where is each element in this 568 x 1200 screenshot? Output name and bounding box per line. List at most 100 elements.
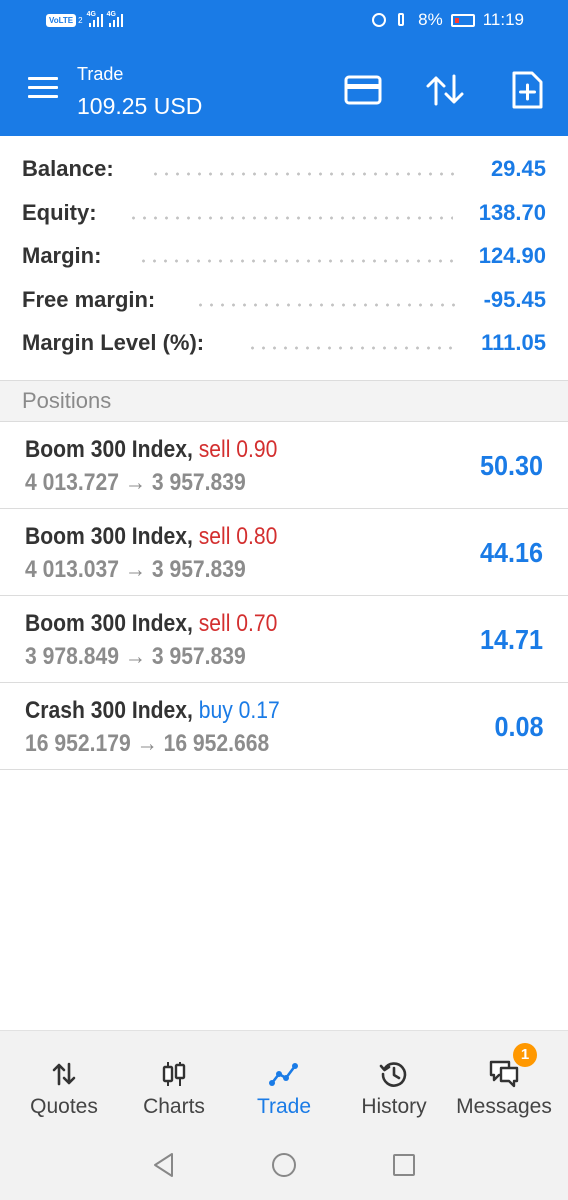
position-row[interactable]: Boom 300 Index, sell 0.80 4 013.037 → 3 … [0,509,568,596]
position-side: buy [198,697,233,724]
nav-label: Trade [256,1095,312,1118]
summary-row-balance: Balance: 29.45 [0,148,568,192]
position-side: sell [198,523,231,550]
account-summary: Balance: 29.45 Equity: 138.70 Margin: 12… [0,148,568,366]
position-volume: 0.70 [236,610,278,637]
vibrate-icon [394,12,410,28]
summary-label: Balance: [22,156,114,181]
history-icon [379,1062,407,1087]
alarm-icon [372,13,387,27]
current-price: 3 957.839 [151,643,246,670]
position-row[interactable]: Crash 300 Index, buy 0.17 16 952.179 → 1… [0,683,568,770]
summary-row-margin-level: Margin Level (%): 111.05 [0,322,568,366]
current-price: 3 957.839 [151,469,246,496]
position-volume: 0.90 [236,436,278,463]
arrow-icon: → [124,643,146,670]
position-prices: 4 013.727 → 3 957.839 [25,469,246,497]
position-prices: 16 952.179 → 16 952.668 [25,730,269,758]
position-row[interactable]: Boom 300 Index, sell 0.90 4 013.727 → 3 … [0,422,568,509]
summary-row-equity: Equity: 138.70 [0,192,568,236]
account-balance-header: 109.25 USD [77,93,203,119]
positions-list: Boom 300 Index, sell 0.90 4 013.727 → 3 … [0,422,568,770]
home-icon[interactable] [269,1150,299,1180]
dotted-leader [247,346,454,350]
arrow-icon: → [124,469,146,496]
dotted-leader [195,302,460,307]
signal-icon: 4G [87,11,103,27]
signal-icon-2: 4G [106,11,123,27]
position-side: sell [198,436,231,463]
open-price: 4 013.037 [25,556,119,583]
positions-title: Positions [22,388,112,413]
card-icon[interactable] [339,66,387,114]
nav-messages[interactable]: 1 Messages [448,1031,560,1131]
summary-label: Margin: [22,243,102,268]
position-title: Boom 300 Index, sell 0.70 [25,610,277,638]
position-symbol: Boom 300 Index, [25,610,193,637]
position-row[interactable]: Boom 300 Index, sell 0.70 3 978.849 → 3 … [0,596,568,683]
summary-value: -95.45 [483,286,546,312]
summary-value: 29.45 [490,156,546,181]
open-price: 16 952.179 [25,730,131,757]
position-volume: 0.80 [236,523,278,550]
menu-icon[interactable] [28,77,58,101]
nav-label: History [361,1095,427,1118]
current-price: 16 952.668 [163,730,270,757]
position-prices: 4 013.037 → 3 957.839 [25,556,246,584]
sim-slot-label: 2 [78,16,83,25]
status-bar: VoLTE 2 4G 4G 8% 11:19 [0,0,568,44]
position-side: sell [198,610,231,637]
network-type-label-2: 4G [106,11,116,18]
dotted-leader [128,215,453,220]
nav-history[interactable]: History [340,1031,448,1131]
back-icon[interactable] [150,1150,178,1180]
recents-icon[interactable] [390,1150,418,1180]
summary-row-free-margin: Free margin: -95.45 [0,279,568,323]
arrow-icon: → [136,730,158,757]
battery-icon [450,13,475,27]
position-prices: 3 978.849 → 3 957.839 [25,643,246,671]
positions-section-header: Positions [0,380,568,422]
nav-label: Messages [456,1095,552,1118]
app-bar: Trade 109.25 USD [0,44,568,136]
dotted-leader [150,172,460,176]
messages-icon [489,1060,519,1088]
trade-icon [269,1063,298,1086]
battery-percent: 8% [418,10,443,29]
sort-icon[interactable] [421,66,469,114]
summary-row-margin: Margin: 124.90 [0,235,568,279]
current-price: 3 957.839 [151,556,246,583]
new-order-icon[interactable] [503,66,551,114]
nav-label: Charts [143,1095,205,1118]
nav-quotes[interactable]: Quotes [10,1031,118,1131]
position-profit: 0.08 [493,711,543,742]
position-profit: 44.16 [479,537,543,568]
status-right: 8% 11:19 [372,10,524,30]
charts-icon [162,1062,186,1086]
nav-label: Quotes [30,1095,98,1118]
open-price: 4 013.727 [25,469,119,496]
arrow-icon: → [124,556,146,583]
position-profit: 14.71 [479,624,543,655]
notification-badge: 1 [513,1043,537,1067]
nav-trade[interactable]: Trade [230,1031,338,1131]
status-left: VoLTE 2 4G 4G [46,11,123,27]
quotes-icon [52,1062,76,1086]
summary-label: Equity: [22,199,97,225]
app-bar-title: Trade [77,64,124,84]
summary-label: Free margin: [22,286,156,312]
position-symbol: Boom 300 Index, [25,436,193,463]
position-volume: 0.17 [238,697,280,724]
summary-value: 138.70 [478,199,546,225]
dotted-leader [138,259,453,263]
summary-value: 111.05 [481,330,546,355]
nav-charts[interactable]: Charts [120,1031,228,1131]
volte-indicator: VoLTE [46,14,77,27]
position-symbol: Boom 300 Index, [25,523,193,550]
position-profit: 50.30 [479,450,543,481]
summary-label: Margin Level (%): [22,330,205,355]
bottom-navigation: Quotes Charts Trade History 1 Messages [0,1030,568,1130]
position-title: Crash 300 Index, buy 0.17 [25,697,280,725]
position-symbol: Crash 300 Index, [25,697,193,724]
position-title: Boom 300 Index, sell 0.90 [25,436,277,464]
